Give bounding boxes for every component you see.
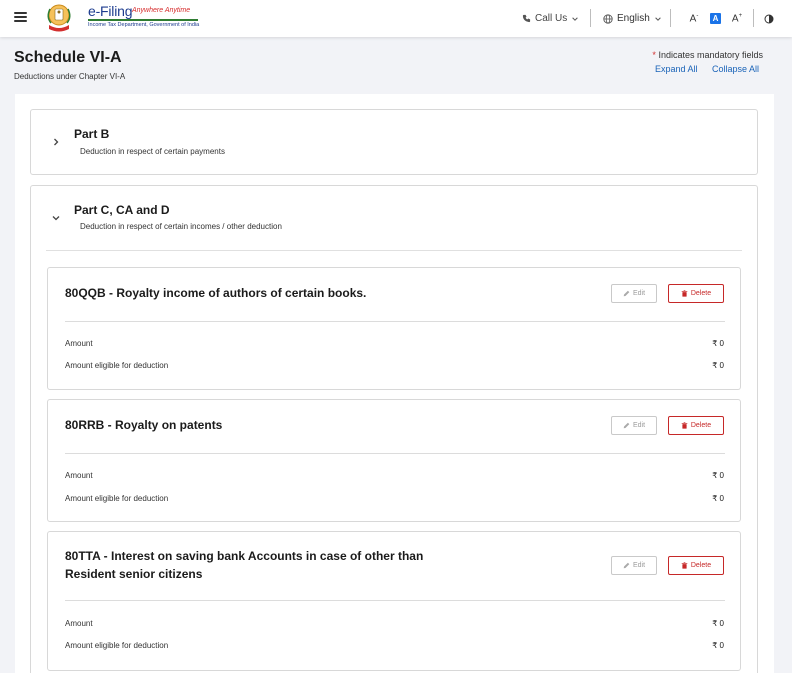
edit-label: Edit [632, 422, 646, 429]
amount-value: ₹ 0 [712, 339, 724, 348]
logo-underline [88, 19, 198, 21]
eligible-amount-value: ₹ 0 [712, 361, 724, 370]
expand-all-link[interactable]: Expand All [655, 64, 698, 74]
font-size-controls: A- A A+ [684, 0, 747, 37]
eligible-amount-label: Amount eligible for deduction [65, 494, 169, 503]
logo-title: e-Filing [88, 3, 133, 19]
delete-label: Delete [690, 562, 712, 569]
chevron-down-icon [655, 16, 661, 21]
delete-button[interactable]: Delete [668, 416, 724, 435]
card-title-line2: Resident senior citizens [65, 567, 203, 581]
card-title: 80QQB - Royalty income of authors of cer… [65, 286, 367, 300]
card-divider [65, 321, 725, 322]
font-decrease-button[interactable]: A- [684, 13, 704, 24]
card-divider [65, 453, 725, 454]
card-title: 80TTA - Interest on saving bank Accounts… [65, 549, 424, 563]
card-divider [65, 600, 725, 601]
logo-tagline: Anywhere Anytime [132, 7, 191, 14]
language-selector[interactable]: English [603, 0, 662, 37]
eligible-amount-value: ₹ 0 [712, 494, 724, 503]
card-title: 80RRB - Royalty on patents [65, 418, 223, 432]
deduction-card-80qqb: 80QQB - Royalty income of authors of cer… [47, 267, 741, 390]
phone-icon [522, 14, 531, 23]
section-part-c-ca-d: Part C, CA and D Deduction in respect of… [30, 185, 758, 673]
contrast-toggle[interactable] [764, 0, 774, 37]
eligible-amount-label: Amount eligible for deduction [65, 361, 169, 370]
chevron-down-icon [572, 16, 579, 21]
mandatory-star: * [652, 50, 656, 60]
page-subtitle: Deductions under Chapter VI-A [14, 72, 126, 81]
amount-label: Amount [65, 339, 93, 348]
font-reset-button[interactable]: A [710, 13, 721, 24]
page-title: Schedule VI-A [14, 49, 122, 66]
trash-icon [681, 290, 688, 297]
section-divider [46, 250, 742, 251]
section-part-b[interactable]: Part B Deduction in respect of certain p… [30, 109, 758, 175]
pencil-icon [623, 562, 630, 569]
delete-button[interactable]: Delete [668, 556, 724, 575]
emblem-icon [47, 4, 71, 32]
trash-icon [681, 422, 688, 429]
edit-button[interactable]: Edit [611, 556, 657, 575]
chevron-down-icon[interactable] [51, 213, 61, 223]
efiling-logo[interactable]: e-Filing Anywhere Anytime Income Tax Dep… [42, 1, 200, 35]
eligible-amount-value: ₹ 0 [712, 641, 724, 650]
globe-icon [603, 13, 613, 24]
header-divider [670, 9, 671, 27]
header-divider [590, 9, 591, 27]
delete-button[interactable]: Delete [668, 284, 724, 303]
contrast-icon [764, 14, 774, 23]
edit-button[interactable]: Edit [611, 416, 657, 435]
section-subtitle: Deduction in respect of certain incomes … [80, 222, 282, 231]
font-increase-button[interactable]: A+ [727, 13, 747, 24]
mandatory-note: * Indicates mandatory fields [652, 50, 763, 60]
section-subtitle: Deduction in respect of certain payments [80, 147, 225, 156]
edit-button[interactable]: Edit [611, 284, 657, 303]
chevron-right-icon[interactable] [51, 137, 61, 147]
collapse-all-link[interactable]: Collapse All [712, 64, 759, 74]
delete-label: Delete [690, 422, 712, 429]
call-us-menu[interactable]: Call Us [522, 0, 579, 37]
mandatory-note-text: Indicates mandatory fields [658, 50, 763, 60]
amount-label: Amount [65, 471, 93, 480]
delete-label: Delete [690, 290, 712, 297]
eligible-amount-label: Amount eligible for deduction [65, 641, 169, 650]
main-panel: Part B Deduction in respect of certain p… [15, 94, 774, 673]
trash-icon [681, 562, 688, 569]
font-increase-label: A [731, 13, 739, 25]
pencil-icon [623, 290, 630, 297]
menu-icon[interactable] [14, 12, 27, 22]
deduction-card-80rrb: 80RRB - Royalty on patents Edit Delete A… [47, 399, 741, 522]
deduction-card-80tta: 80TTA - Interest on saving bank Accounts… [47, 531, 741, 671]
section-title[interactable]: Part C, CA and D [74, 203, 170, 217]
top-header: e-Filing Anywhere Anytime Income Tax Dep… [0, 0, 792, 37]
edit-label: Edit [632, 562, 646, 569]
language-label: English [617, 13, 650, 24]
edit-label: Edit [632, 290, 646, 297]
pencil-icon [623, 422, 630, 429]
call-us-label: Call Us [535, 13, 568, 24]
amount-value: ₹ 0 [712, 471, 724, 480]
logo-subtitle: Income Tax Department, Government of Ind… [88, 22, 200, 28]
header-divider [753, 9, 754, 27]
amount-label: Amount [65, 619, 93, 628]
amount-value: ₹ 0 [712, 619, 724, 628]
section-title: Part B [74, 127, 110, 141]
